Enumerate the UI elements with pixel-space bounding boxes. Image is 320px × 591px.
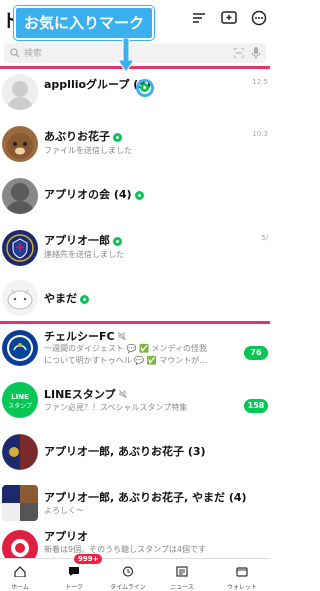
chat-name: アプリオ [44, 530, 88, 543]
home-icon [14, 566, 26, 578]
unread-count-badge: 158 [244, 399, 268, 413]
mute-icon [118, 389, 128, 399]
chat-name: あぶりお花子 [44, 128, 122, 144]
search-input[interactable]: 検索 [24, 46, 42, 59]
tab-timeline[interactable]: タイムライン [108, 562, 148, 591]
chat-time: 10:3 [252, 130, 268, 138]
chat-preview: 一週間のダイジェスト 💬 ✅ メンディの怪我 [44, 344, 207, 353]
favorite-row[interactable]: アプリオの会 (4) [0, 174, 270, 226]
avatar [2, 330, 38, 366]
chat-row[interactable]: アプリオ 新着は9個。そのうち聴しスタンプは4個です [0, 526, 270, 566]
chat-name: アプリオ一郎, あぶりお花子 (3) [44, 445, 206, 458]
mute-icon [118, 331, 127, 341]
new-chat-icon[interactable] [220, 9, 238, 27]
chat-row[interactable]: アプリオ一郎, あぶりお花子, やまだ (4) よろしく〜 [0, 481, 270, 531]
annotation-arrow-icon [118, 38, 134, 72]
wallet-icon [236, 567, 248, 577]
chat-name: やまだ [44, 290, 89, 306]
avatar: LINE スタンプ [2, 382, 38, 418]
avatar [2, 126, 38, 162]
menu-dots-icon[interactable] [250, 9, 268, 27]
favorite-icon [134, 190, 144, 200]
avatar [2, 230, 38, 266]
favorites-top-divider [0, 66, 270, 69]
bottom-nav: 999+ ホーム トーク タイムライン ニュース ウォレット [0, 554, 270, 591]
tab-home[interactable]: ホーム [0, 562, 40, 591]
mic-icon[interactable] [252, 47, 260, 59]
chat-preview: ファン必見？！スペシャルスタンプ特集 [44, 403, 188, 412]
chat-row[interactable]: アプリオ一郎, あぶりお花子 (3) [0, 430, 270, 480]
unread-count-badge: 76 [244, 346, 268, 360]
avatar [2, 74, 38, 110]
avatar [2, 178, 38, 214]
favorite-row[interactable]: appllioグループ (3) 12:5 [0, 70, 270, 122]
chat-name: チェルシーFC [44, 328, 127, 344]
talk-unread-badge: 999+ [74, 554, 103, 564]
chat-row[interactable]: LINE スタンプ LINEスタンプ ファン必見？！スペシャルスタンプ特集 158 [0, 378, 270, 428]
chat-name: アプリオの会 (4) [44, 186, 144, 202]
avatar [2, 485, 38, 521]
avatar [2, 280, 38, 316]
chat-preview: よろしく〜 [44, 506, 84, 515]
sort-icon[interactable] [190, 9, 208, 27]
favorites-bottom-divider [0, 321, 270, 324]
favorite-mark-annotation: お気に入りマーク [14, 6, 155, 40]
chat-name: アプリオ一郎 [44, 232, 122, 248]
avatar [2, 434, 38, 470]
chat-name: appllioグループ (3) [44, 78, 151, 91]
chat-time: 12:5 [252, 78, 268, 86]
chat-row[interactable]: チェルシーFC 一週間のダイジェスト 💬 ✅ メンディの怪我 について明かすトゥ… [0, 326, 270, 376]
chat-time: 5/ [261, 234, 268, 242]
qr-scan-icon[interactable] [234, 48, 244, 58]
favorite-row[interactable]: アプリオ一郎 連絡先を送信しました 5/ [0, 226, 270, 278]
news-icon [176, 566, 188, 577]
chat-name: アプリオ一郎, あぶりお花子, やまだ (4) [44, 491, 247, 504]
chat-preview-line2: について明かすトゥヘル 💬 ✅ マウントが… [44, 356, 208, 365]
favorite-icon [113, 236, 122, 246]
favorite-mark-highlight-icon [136, 79, 154, 97]
search-bar[interactable]: 検索 [4, 43, 266, 63]
chat-preview: ファイルを送信しました [44, 146, 132, 155]
chat-preview: 連絡先を送信しました [44, 250, 124, 259]
favorite-icon [113, 132, 122, 142]
tab-talk[interactable]: トーク [54, 562, 94, 591]
favorite-row[interactable]: あぶりお花子 ファイルを送信しました 10:3 [0, 122, 270, 174]
search-icon [10, 48, 20, 58]
chat-name: LINEスタンプ [44, 386, 128, 402]
svg-text:LINE: LINE [11, 393, 29, 401]
tab-news[interactable]: ニュース [162, 562, 202, 591]
chat-preview: 新着は9個。そのうち聴しスタンプは4個です [44, 545, 206, 554]
svg-text:スタンプ: スタンプ [8, 402, 32, 410]
clock-icon [122, 566, 134, 577]
tab-wallet[interactable]: ウォレット [216, 562, 268, 591]
favorite-icon [80, 294, 89, 304]
talk-icon [69, 567, 79, 576]
